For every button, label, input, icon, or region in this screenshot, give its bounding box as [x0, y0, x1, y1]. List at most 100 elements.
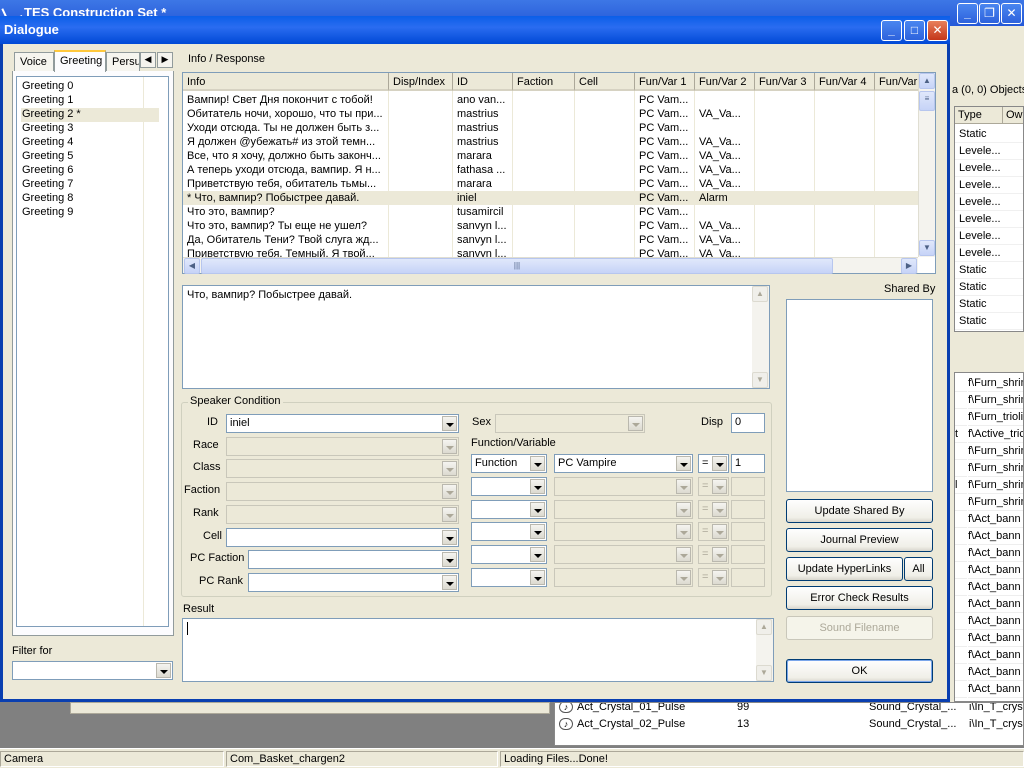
chevron-down-icon[interactable]: [712, 502, 727, 517]
compare-operator-combo[interactable]: =: [698, 522, 729, 541]
column-header-funvar2[interactable]: Fun/Var 2: [695, 73, 755, 91]
function-name-combo[interactable]: PC Vampire: [554, 454, 693, 473]
function-name-combo[interactable]: [554, 477, 693, 496]
object-type-cell[interactable]: Levele...: [955, 228, 1023, 245]
column-header-id[interactable]: ID: [453, 73, 513, 91]
owner-column-header[interactable]: Ow: [1003, 107, 1023, 124]
object-type-cell[interactable]: Levele...: [955, 177, 1023, 194]
reference-path[interactable]: f\Act_bann: [968, 511, 1023, 528]
tab-greeting[interactable]: Greeting: [54, 50, 106, 72]
column-header-info[interactable]: Info: [183, 73, 389, 91]
compare-operator-combo[interactable]: =: [698, 545, 729, 564]
greeting-item[interactable]: Greeting 8: [21, 192, 159, 206]
reference-path[interactable]: f\Act_bann: [968, 562, 1023, 579]
update-all-button[interactable]: All: [904, 557, 933, 581]
chevron-down-icon[interactable]: [712, 524, 727, 539]
table-row[interactable]: Что это, вампир? tusamircil PC Vam...: [183, 205, 919, 219]
table-row[interactable]: Да, Обитатель Тени? Твой слуга жд... sanv…: [183, 233, 919, 247]
chevron-down-icon[interactable]: [530, 547, 545, 562]
chevron-down-icon[interactable]: [676, 479, 691, 494]
greeting-item[interactable]: Greeting 0: [21, 80, 159, 94]
class-combo[interactable]: [226, 459, 459, 478]
sound-filename-button[interactable]: Sound Filename: [786, 616, 933, 640]
object-table-scrollbar[interactable]: [954, 336, 1024, 352]
chevron-down-icon[interactable]: [676, 524, 691, 539]
compare-value-input[interactable]: [731, 568, 765, 587]
table-row[interactable]: Приветствую тебя, обитатель тьмы... marar…: [183, 177, 919, 191]
object-type-cell[interactable]: Static: [955, 313, 1023, 330]
scroll-left-icon[interactable]: ◀: [184, 258, 200, 274]
greeting-item[interactable]: Greeting 7: [21, 178, 159, 192]
sound-row[interactable]: ♪ Act_Crystal_01_Pulse 99 Sound_Crystal_...…: [555, 703, 1023, 716]
race-combo[interactable]: [226, 437, 459, 456]
chevron-down-icon[interactable]: [442, 530, 457, 545]
chevron-down-icon[interactable]: [676, 570, 691, 585]
reference-path[interactable]: f\Furn_triolit: [968, 409, 1023, 426]
sex-combo[interactable]: [495, 414, 645, 433]
function-name-combo[interactable]: [554, 500, 693, 519]
chevron-down-icon[interactable]: [156, 663, 171, 678]
object-type-cell[interactable]: Levele...: [955, 160, 1023, 177]
chevron-down-icon[interactable]: [530, 502, 545, 517]
greeting-item[interactable]: Greeting 5: [21, 150, 159, 164]
chevron-down-icon[interactable]: [628, 416, 643, 431]
scroll-right-icon[interactable]: ▶: [901, 258, 917, 274]
info-table-vscroll[interactable]: ▲ ≡ ▼: [918, 73, 935, 257]
compare-operator-combo[interactable]: =: [698, 454, 729, 473]
reference-path[interactable]: f\Furn_shrin: [968, 477, 1023, 494]
compare-operator-combo[interactable]: =: [698, 477, 729, 496]
disp-input[interactable]: 0: [731, 413, 765, 433]
column-header-funvar1[interactable]: Fun/Var 1: [635, 73, 695, 91]
table-row[interactable]: Уходи отсюда. Ты не должен быть з... mast…: [183, 121, 919, 135]
reference-path[interactable]: f\Act_bann: [968, 630, 1023, 647]
reference-path[interactable]: f\Furn_shrin: [968, 375, 1023, 392]
compare-value-input[interactable]: [731, 477, 765, 496]
greeting-item[interactable]: Greeting 6: [21, 164, 159, 178]
dialog-maximize-button[interactable]: □: [904, 20, 925, 41]
greeting-item[interactable]: Greeting 3: [21, 122, 159, 136]
reference-list[interactable]: f\Furn_shrin f\Furn_shrin f\Furn_triolit t f…: [954, 372, 1024, 702]
scroll-thumb[interactable]: ≡: [919, 91, 935, 111]
table-row[interactable]: А теперь уходи отсюда, вампир. Я н... fat…: [183, 163, 919, 177]
object-type-cell[interactable]: Levele...: [955, 143, 1023, 160]
greeting-item-selected[interactable]: Greeting 2 *: [21, 108, 159, 122]
object-type-cell[interactable]: Levele...: [955, 211, 1023, 228]
object-type-cell[interactable]: Static: [955, 279, 1023, 296]
result-textarea[interactable]: ▲ ▼: [182, 618, 774, 682]
function-name-combo[interactable]: [554, 522, 693, 541]
ok-button[interactable]: OK: [786, 659, 933, 683]
scroll-down-icon[interactable]: ▼: [756, 665, 772, 681]
compare-operator-combo[interactable]: =: [698, 500, 729, 519]
chevron-down-icon[interactable]: [712, 547, 727, 562]
greeting-item[interactable]: Greeting 9: [21, 206, 159, 220]
filter-combo[interactable]: [12, 661, 173, 680]
faction-combo[interactable]: [226, 482, 459, 501]
pc-faction-combo[interactable]: [248, 550, 459, 569]
reference-path[interactable]: f\Furn_shrin: [968, 392, 1023, 409]
compare-value-input[interactable]: [731, 500, 765, 519]
table-row[interactable]: Вампир! Свет Дня покончит с тобой! ano va…: [183, 93, 919, 107]
table-row[interactable]: Я должен @убежать# из этой темн... mastri…: [183, 135, 919, 149]
response-textarea[interactable]: Что, вампир? Побыстрее давай. ▲ ▼: [182, 285, 770, 389]
chevron-down-icon[interactable]: [676, 456, 691, 471]
function-type-combo[interactable]: [471, 522, 547, 541]
scroll-up-icon[interactable]: ▲: [752, 286, 768, 302]
reference-path[interactable]: f\Act_bann: [968, 647, 1023, 664]
compare-operator-combo[interactable]: =: [698, 568, 729, 587]
object-table[interactable]: Type Ow Static Levele... Levele... Levele..…: [954, 106, 1024, 332]
column-header-funvar4[interactable]: Fun/Var 4: [815, 73, 875, 91]
function-type-combo[interactable]: [471, 568, 547, 587]
chevron-down-icon[interactable]: [442, 575, 457, 590]
column-header-cell[interactable]: Cell: [575, 73, 635, 91]
main-restore-button[interactable]: ❐: [979, 3, 1000, 24]
error-check-results-button[interactable]: Error Check Results: [786, 586, 933, 610]
reference-path[interactable]: f\Act_bann: [968, 579, 1023, 596]
chevron-down-icon[interactable]: [442, 507, 457, 522]
object-type-cell[interactable]: Static: [955, 296, 1023, 313]
update-shared-by-button[interactable]: Update Shared By: [786, 499, 933, 523]
dialog-minimize-button[interactable]: _: [881, 20, 902, 41]
function-name-combo[interactable]: [554, 568, 693, 587]
dialog-close-button[interactable]: ✕: [927, 20, 948, 41]
main-close-button[interactable]: ✕: [1001, 3, 1022, 24]
chevron-down-icon[interactable]: [712, 570, 727, 585]
